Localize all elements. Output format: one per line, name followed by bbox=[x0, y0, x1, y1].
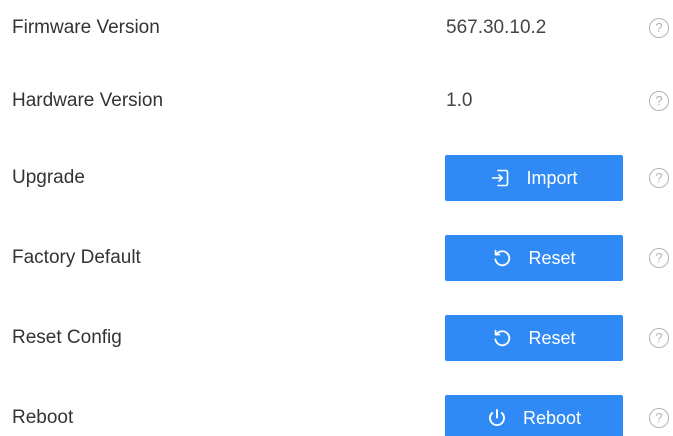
factory-default-label: Factory Default bbox=[12, 247, 141, 268]
question-circle-icon[interactable]: ? bbox=[649, 18, 669, 38]
reset-config-button-label: Reset bbox=[528, 327, 576, 348]
import-button-label: Import bbox=[526, 167, 578, 188]
factory-reset-button[interactable]: Reset bbox=[445, 235, 623, 281]
upgrade-label: Upgrade bbox=[12, 167, 85, 188]
reboot-button-label: Reboot bbox=[522, 407, 582, 428]
question-circle-icon[interactable]: ? bbox=[649, 328, 669, 348]
power-icon bbox=[487, 408, 507, 428]
reboot-button[interactable]: Reboot bbox=[445, 395, 623, 436]
reboot-row: Reboot Reboot ? bbox=[0, 394, 673, 436]
factory-reset-button-label: Reset bbox=[528, 247, 576, 268]
hardware-version-value: 1.0 bbox=[446, 90, 473, 111]
reset-config-label: Reset Config bbox=[12, 327, 122, 348]
reset-config-button[interactable]: Reset bbox=[445, 315, 623, 361]
question-circle-icon[interactable]: ? bbox=[649, 248, 669, 268]
reboot-label: Reboot bbox=[12, 407, 74, 428]
upgrade-row: Upgrade Import ? bbox=[0, 154, 673, 202]
import-icon bbox=[490, 168, 510, 188]
hardware-version-label: Hardware Version bbox=[12, 90, 164, 111]
import-button[interactable]: Import bbox=[445, 155, 623, 201]
firmware-version-label: Firmware Version bbox=[12, 17, 160, 38]
reset-icon bbox=[492, 328, 512, 348]
system-settings-panel: Firmware Version 567.30.10.2 ? Hardware … bbox=[0, 0, 673, 436]
firmware-version-value: 567.30.10.2 bbox=[446, 17, 547, 38]
question-circle-icon[interactable]: ? bbox=[649, 408, 669, 428]
question-circle-icon[interactable]: ? bbox=[649, 168, 669, 188]
hardware-version-row: Hardware Version 1.0 ? bbox=[0, 77, 673, 125]
reset-icon bbox=[492, 248, 512, 268]
firmware-version-row: Firmware Version 567.30.10.2 ? bbox=[0, 4, 673, 52]
factory-default-row: Factory Default Reset ? bbox=[0, 234, 673, 282]
question-circle-icon[interactable]: ? bbox=[649, 91, 669, 111]
reset-config-row: Reset Config Reset ? bbox=[0, 314, 673, 362]
